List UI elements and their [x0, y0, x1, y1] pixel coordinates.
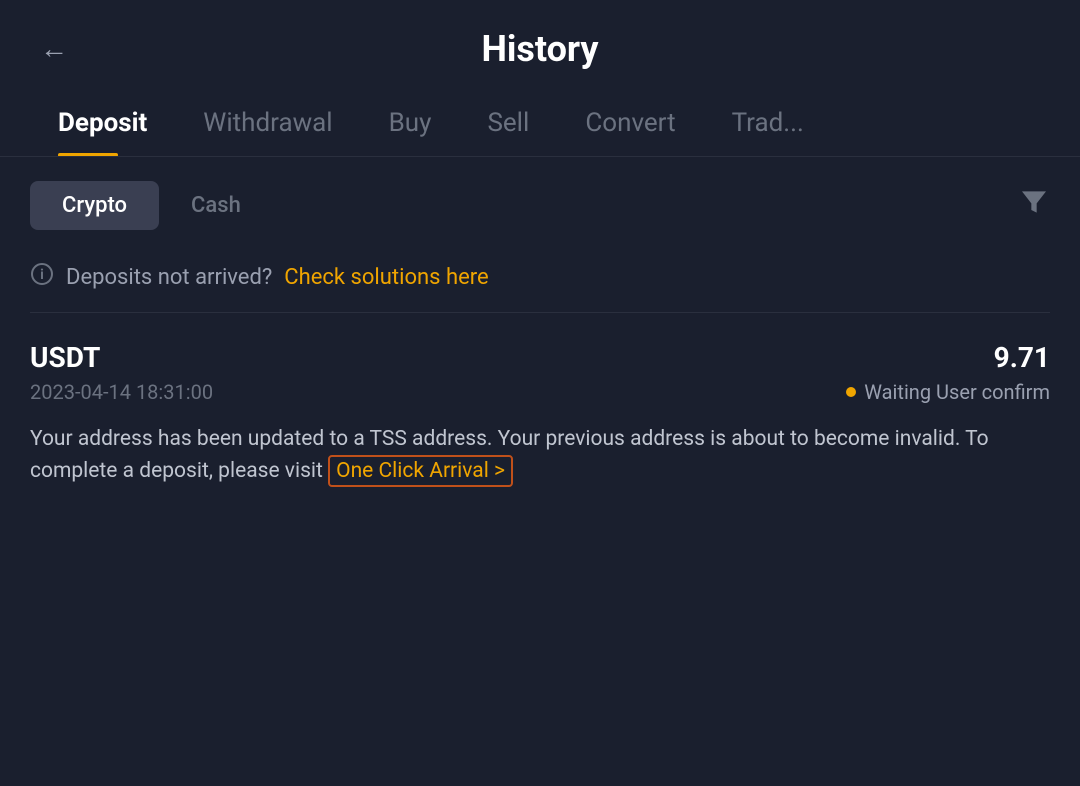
check-solutions-link[interactable]: Check solutions here: [284, 265, 488, 290]
transaction-message: Your address has been updated to a TSS a…: [30, 424, 1050, 487]
tab-convert[interactable]: Convert: [557, 90, 703, 156]
status-dot: [846, 387, 856, 397]
transaction-item: USDT 9.71 2023-04-14 18:31:00 Waiting Us…: [0, 313, 1080, 507]
filter-buttons: Crypto Cash: [30, 181, 273, 230]
transaction-row-top: USDT 9.71: [30, 341, 1050, 374]
header: ← History: [0, 0, 1080, 90]
tab-buy[interactable]: Buy: [361, 90, 460, 156]
cash-filter-button[interactable]: Cash: [159, 181, 273, 230]
transaction-status: Waiting User confirm: [846, 380, 1050, 404]
filter-icon[interactable]: [1018, 186, 1050, 225]
tab-deposit[interactable]: Deposit: [30, 90, 175, 156]
info-icon: i: [30, 262, 54, 292]
one-click-arrival-link[interactable]: One Click Arrival >: [328, 455, 513, 487]
tab-sell[interactable]: Sell: [459, 90, 557, 156]
filter-section: Crypto Cash: [0, 157, 1080, 250]
status-text: Waiting User confirm: [864, 380, 1050, 404]
page-title: History: [481, 28, 598, 70]
tab-withdrawal[interactable]: Withdrawal: [175, 90, 360, 156]
notice-bar: i Deposits not arrived? Check solutions …: [0, 250, 1080, 312]
transaction-currency: USDT: [30, 341, 100, 374]
transaction-row-middle: 2023-04-14 18:31:00 Waiting User confirm: [30, 380, 1050, 404]
notice-text: Deposits not arrived?: [66, 265, 272, 290]
tabs-container: Deposit Withdrawal Buy Sell Convert Trad…: [0, 90, 1080, 157]
back-button[interactable]: ←: [40, 35, 68, 63]
crypto-filter-button[interactable]: Crypto: [30, 181, 159, 230]
svg-text:i: i: [40, 267, 44, 283]
tab-trade[interactable]: Trad...: [704, 90, 832, 156]
transaction-amount: 9.71: [994, 341, 1050, 374]
transaction-date: 2023-04-14 18:31:00: [30, 380, 213, 404]
